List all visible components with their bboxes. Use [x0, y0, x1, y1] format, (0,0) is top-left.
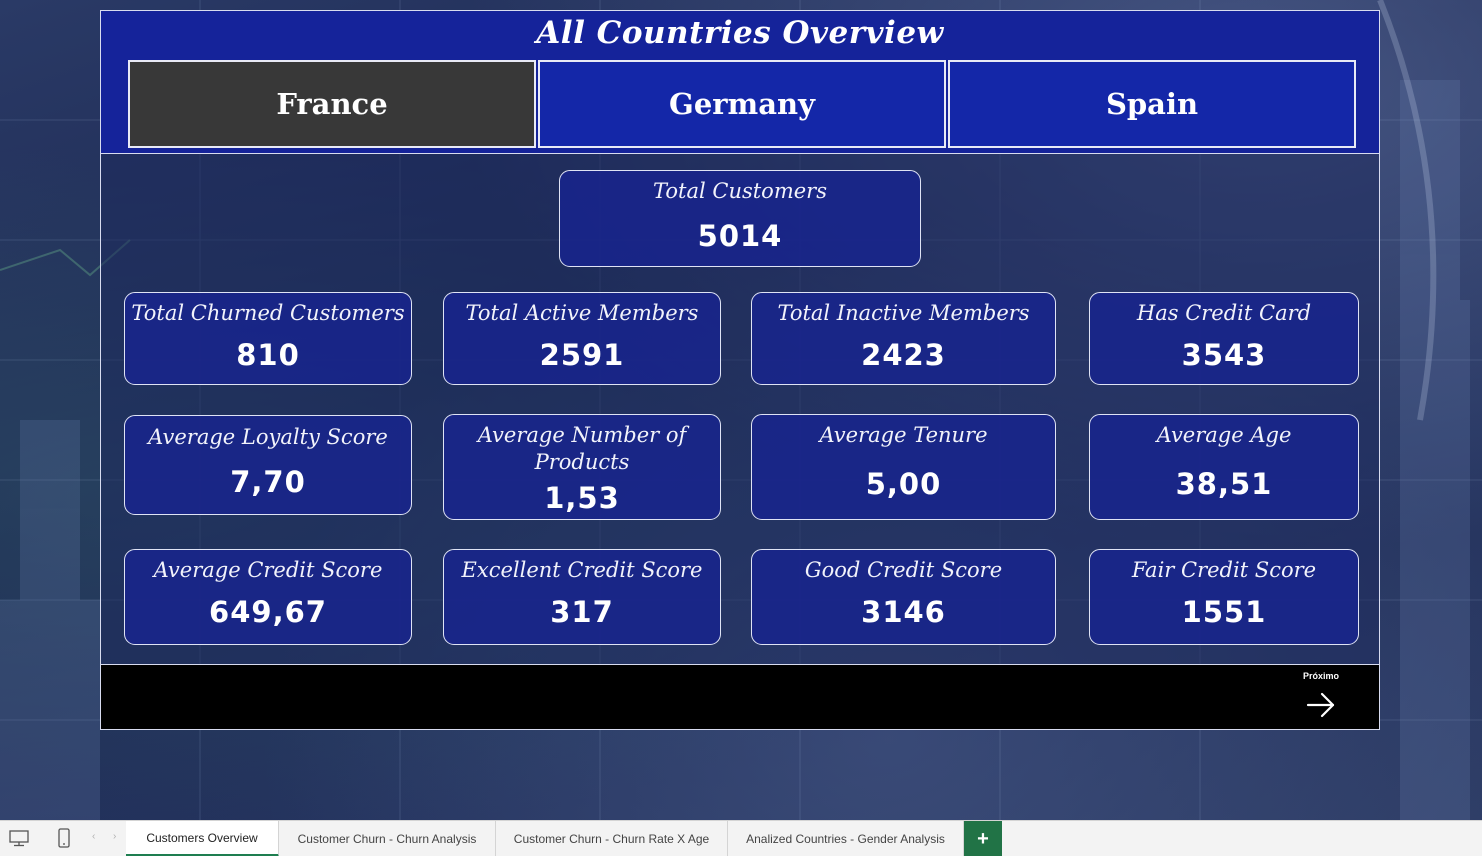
- kpi-label: Total Customers: [653, 179, 827, 203]
- kpi-label: Excellent Credit Score: [461, 558, 703, 582]
- kpi-card-total-active: Total Active Members 2591: [443, 292, 721, 385]
- tab-label: Customers Overview: [146, 830, 258, 845]
- kpi-value: 1551: [1181, 595, 1267, 629]
- tab-label: Customer Churn - Churn Rate X Age: [513, 832, 710, 846]
- kpi-label: Fair Credit Score: [1131, 558, 1317, 582]
- kpi-label: Average Loyalty Score: [148, 425, 388, 449]
- kpi-card-excellent-credit: Excellent Credit Score 317: [443, 549, 721, 645]
- kpi-area: Total Customers 5014 Total Churned Custo…: [100, 154, 1380, 664]
- kpi-card-good-credit: Good Credit Score 3146: [751, 549, 1056, 645]
- desktop-view-icon[interactable]: [8, 827, 30, 849]
- kpi-card-avg-credit: Average Credit Score 649,67: [124, 549, 412, 645]
- kpi-card-total-inactive: Total Inactive Members 2423: [751, 292, 1056, 385]
- tab-churn-analysis[interactable]: Customer Churn - Churn Analysis: [279, 821, 496, 856]
- kpi-label: Good Credit Score: [804, 558, 1003, 582]
- country-button-germany[interactable]: Germany: [538, 60, 946, 148]
- kpi-value: 2591: [539, 338, 625, 372]
- tab-customers-overview[interactable]: Customers Overview: [126, 821, 279, 856]
- kpi-card-fair-credit: Fair Credit Score 1551: [1089, 549, 1359, 645]
- report-title: All Countries Overview: [536, 15, 944, 51]
- kpi-card-avg-products: Average Number of Products 1,53: [443, 414, 721, 520]
- kpi-value: 3543: [1181, 338, 1267, 372]
- kpi-value: 810: [236, 338, 300, 372]
- kpi-card-avg-tenure: Average Tenure 5,00: [751, 414, 1056, 520]
- kpi-value: 7,70: [230, 465, 306, 499]
- kpi-label: Total Active Members: [465, 301, 699, 325]
- navigation-bar: Próximo: [100, 664, 1380, 730]
- next-page-label: Próximo: [1302, 671, 1339, 681]
- kpi-card-avg-loyalty: Average Loyalty Score 7,70: [124, 415, 412, 515]
- kpi-value: 5,00: [865, 467, 942, 501]
- kpi-label: Has Credit Card: [1136, 301, 1312, 325]
- kpi-value: 5014: [697, 219, 783, 253]
- kpi-value: 649,67: [209, 595, 327, 629]
- scroll-right-icon[interactable]: ›: [113, 831, 116, 842]
- kpi-label: Total Inactive Members: [777, 301, 1030, 325]
- kpi-label: Total Churned Customers: [131, 301, 405, 325]
- country-button-spain[interactable]: Spain: [948, 60, 1356, 148]
- kpi-label: Average Tenure: [819, 423, 988, 447]
- kpi-card-avg-age: Average Age 38,51: [1089, 414, 1359, 520]
- kpi-value: 1,53: [544, 481, 620, 515]
- kpi-label-line2: Products: [534, 450, 630, 474]
- kpi-label: Average Age: [1156, 423, 1292, 447]
- kpi-value: 3146: [861, 595, 946, 629]
- tab-label: Customer Churn - Churn Analysis: [297, 832, 477, 846]
- kpi-card-total-churned: Total Churned Customers 810: [124, 292, 412, 385]
- country-button-france[interactable]: France: [128, 60, 536, 148]
- kpi-label: Average Credit Score: [153, 558, 383, 582]
- tab-label: Analized Countries - Gender Analysis: [746, 832, 945, 846]
- kpi-value: 38,51: [1175, 467, 1273, 501]
- scroll-left-icon[interactable]: ‹: [92, 831, 95, 842]
- arrow-right-icon[interactable]: [1305, 689, 1337, 721]
- kpi-value: 2423: [861, 338, 946, 372]
- mobile-view-icon[interactable]: [53, 827, 75, 849]
- kpi-value: 317: [550, 595, 614, 629]
- kpi-label-line1: Average Number of: [477, 423, 687, 447]
- tab-churn-rate-age[interactable]: Customer Churn - Churn Rate X Age: [496, 821, 728, 856]
- kpi-card-total-customers: Total Customers 5014: [559, 170, 921, 267]
- page-tab-bar: ‹ › Customers Overview Customer Churn - …: [0, 820, 1482, 856]
- kpi-card-has-credit-card: Has Credit Card 3543: [1089, 292, 1359, 385]
- report-header: All Countries Overview France Germany Sp…: [100, 10, 1380, 154]
- tab-gender-analysis[interactable]: Analized Countries - Gender Analysis: [728, 821, 964, 856]
- report-panel: All Countries Overview France Germany Sp…: [100, 10, 1380, 730]
- add-page-button[interactable]: +: [964, 821, 1002, 856]
